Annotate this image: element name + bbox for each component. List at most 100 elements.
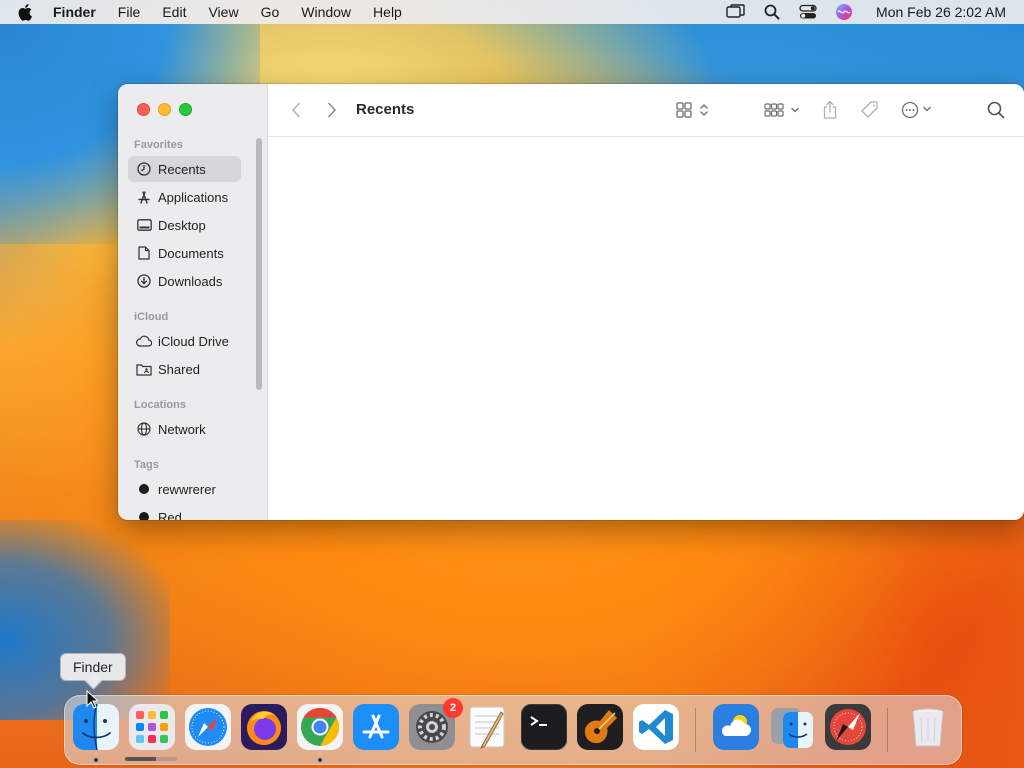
notification-badge: 2 <box>443 698 463 718</box>
file-list-area[interactable] <box>268 137 1024 520</box>
dock-app-vscode[interactable] <box>633 704 679 750</box>
sidebar-item-recents[interactable]: Recents <box>128 156 241 182</box>
sidebar-item-label: Downloads <box>158 273 223 289</box>
sidebar-item-applications[interactable]: Applications <box>128 184 241 210</box>
chrome-icon <box>297 704 343 750</box>
tag-dot-icon <box>136 509 152 520</box>
clock-icon <box>136 161 152 177</box>
sidebar-section-favorites: Favorites <box>134 139 183 151</box>
app-store-icon <box>353 704 399 750</box>
weather-icon <box>713 704 759 750</box>
dock-tooltip-label: Finder <box>73 659 113 675</box>
sidebar-item-label: Shared <box>158 361 200 377</box>
sidebar-section-tags: Tags <box>134 459 159 471</box>
dock-tooltip: Finder <box>60 653 126 681</box>
menu-bar: Finder File Edit View Go Window Help Mon… <box>0 0 1024 24</box>
dock-app-trash[interactable] <box>905 704 951 750</box>
sidebar-item-shared[interactable]: Shared <box>128 356 241 382</box>
shared-folder-icon <box>136 361 152 377</box>
sidebar-item-tag-red[interactable]: Red <box>128 504 241 520</box>
window-title: Recents <box>356 101 415 118</box>
dock-separator <box>887 708 888 752</box>
desktop-icon <box>136 217 152 233</box>
sidebar-item-label: Desktop <box>158 217 206 233</box>
menu-go[interactable]: Go <box>261 4 280 20</box>
sidebar-item-icloud-drive[interactable]: iCloud Drive <box>128 328 241 354</box>
share-icon[interactable] <box>820 100 840 120</box>
firefox-icon <box>241 704 287 750</box>
dock-app-textedit[interactable] <box>465 704 511 750</box>
dock-app-weather[interactable] <box>713 704 759 750</box>
spotlight-search-icon[interactable] <box>762 3 782 21</box>
sidebar-item-label: Network <box>158 421 206 437</box>
minimize-button[interactable] <box>158 103 171 116</box>
sidebar-item-network[interactable]: Network <box>128 416 241 442</box>
dock-app-launchpad[interactable] <box>129 704 175 750</box>
dock-app-garageband[interactable] <box>577 704 623 750</box>
dock: 2 <box>64 695 962 765</box>
sidebar-item-label: rewwrerer <box>158 481 216 497</box>
finder-window: Favorites Recents Applications Desktop D… <box>118 84 1024 520</box>
launchpad-icon <box>129 704 175 750</box>
close-button[interactable] <box>137 103 150 116</box>
sidebar-item-label: Documents <box>158 245 224 261</box>
compass-icon <box>825 704 871 750</box>
sidebar-item-label: Red <box>158 509 182 521</box>
dock-app-app-store[interactable] <box>353 704 399 750</box>
finder-folder-icon <box>771 708 813 748</box>
tag-icon[interactable] <box>859 100 881 120</box>
vscode-icon <box>633 704 679 750</box>
sidebar-section-locations: Locations <box>134 399 186 411</box>
running-indicator <box>94 758 98 762</box>
dock-app-terminal[interactable] <box>520 703 568 751</box>
menubar-clock[interactable]: Mon Feb 26 2:02 AM <box>876 4 1006 20</box>
sidebar-item-label: Recents <box>158 161 206 177</box>
more-actions-icon[interactable] <box>900 100 938 120</box>
back-icon[interactable] <box>288 100 304 120</box>
wallpaper-blue-bottom-left <box>0 520 170 720</box>
zoom-button[interactable] <box>179 103 192 116</box>
running-indicator <box>318 758 322 762</box>
sidebar-item-tag-rewwrerer[interactable]: rewwrerer <box>128 476 241 502</box>
downloads-icon <box>136 273 152 289</box>
group-by-icon[interactable] <box>764 100 802 120</box>
sidebar-item-downloads[interactable]: Downloads <box>128 268 241 294</box>
control-center-icon[interactable] <box>798 3 818 21</box>
menu-help[interactable]: Help <box>373 4 402 20</box>
menu-file[interactable]: File <box>118 4 141 20</box>
safari-icon <box>185 704 231 750</box>
dock-separator <box>695 708 696 752</box>
launchpad-progress-bar <box>125 757 177 761</box>
cloud-icon <box>136 333 152 349</box>
menu-window[interactable]: Window <box>301 4 351 20</box>
sidebar-item-label: Applications <box>158 189 229 205</box>
guitar-icon <box>577 704 623 750</box>
dock-app-chrome[interactable] <box>297 704 343 750</box>
apple-icon[interactable] <box>17 3 35 21</box>
dock-app-safari[interactable] <box>185 704 231 750</box>
search-icon[interactable] <box>986 100 1006 120</box>
sidebar-item-label: iCloud Drive <box>158 333 229 349</box>
dock-app-system-settings[interactable]: 2 <box>409 698 463 750</box>
sidebar-item-documents[interactable]: Documents <box>128 240 241 266</box>
siri-icon[interactable] <box>834 3 854 21</box>
sidebar-section-icloud: iCloud <box>134 311 169 323</box>
finder-toolbar: Recents <box>268 84 1024 137</box>
screen-mirroring-icon[interactable] <box>726 3 746 21</box>
dock-app-finder-folder[interactable] <box>769 704 815 750</box>
mouse-cursor-icon <box>86 689 100 715</box>
sidebar-scrollbar[interactable] <box>256 138 262 390</box>
menu-app-name[interactable]: Finder <box>53 4 96 20</box>
terminal-icon <box>520 703 568 751</box>
menu-edit[interactable]: Edit <box>162 4 186 20</box>
sidebar-item-desktop[interactable]: Desktop <box>128 212 241 238</box>
icon-view-icon[interactable] <box>676 100 714 120</box>
menu-view[interactable]: View <box>208 4 238 20</box>
forward-icon[interactable] <box>324 100 340 120</box>
dock-app-firefox[interactable] <box>241 704 287 750</box>
finder-sidebar: Favorites Recents Applications Desktop D… <box>118 84 268 520</box>
applications-icon <box>136 189 152 205</box>
window-controls <box>137 103 192 116</box>
dock-app-safari-technology-preview[interactable] <box>825 704 871 750</box>
globe-icon <box>136 421 152 437</box>
